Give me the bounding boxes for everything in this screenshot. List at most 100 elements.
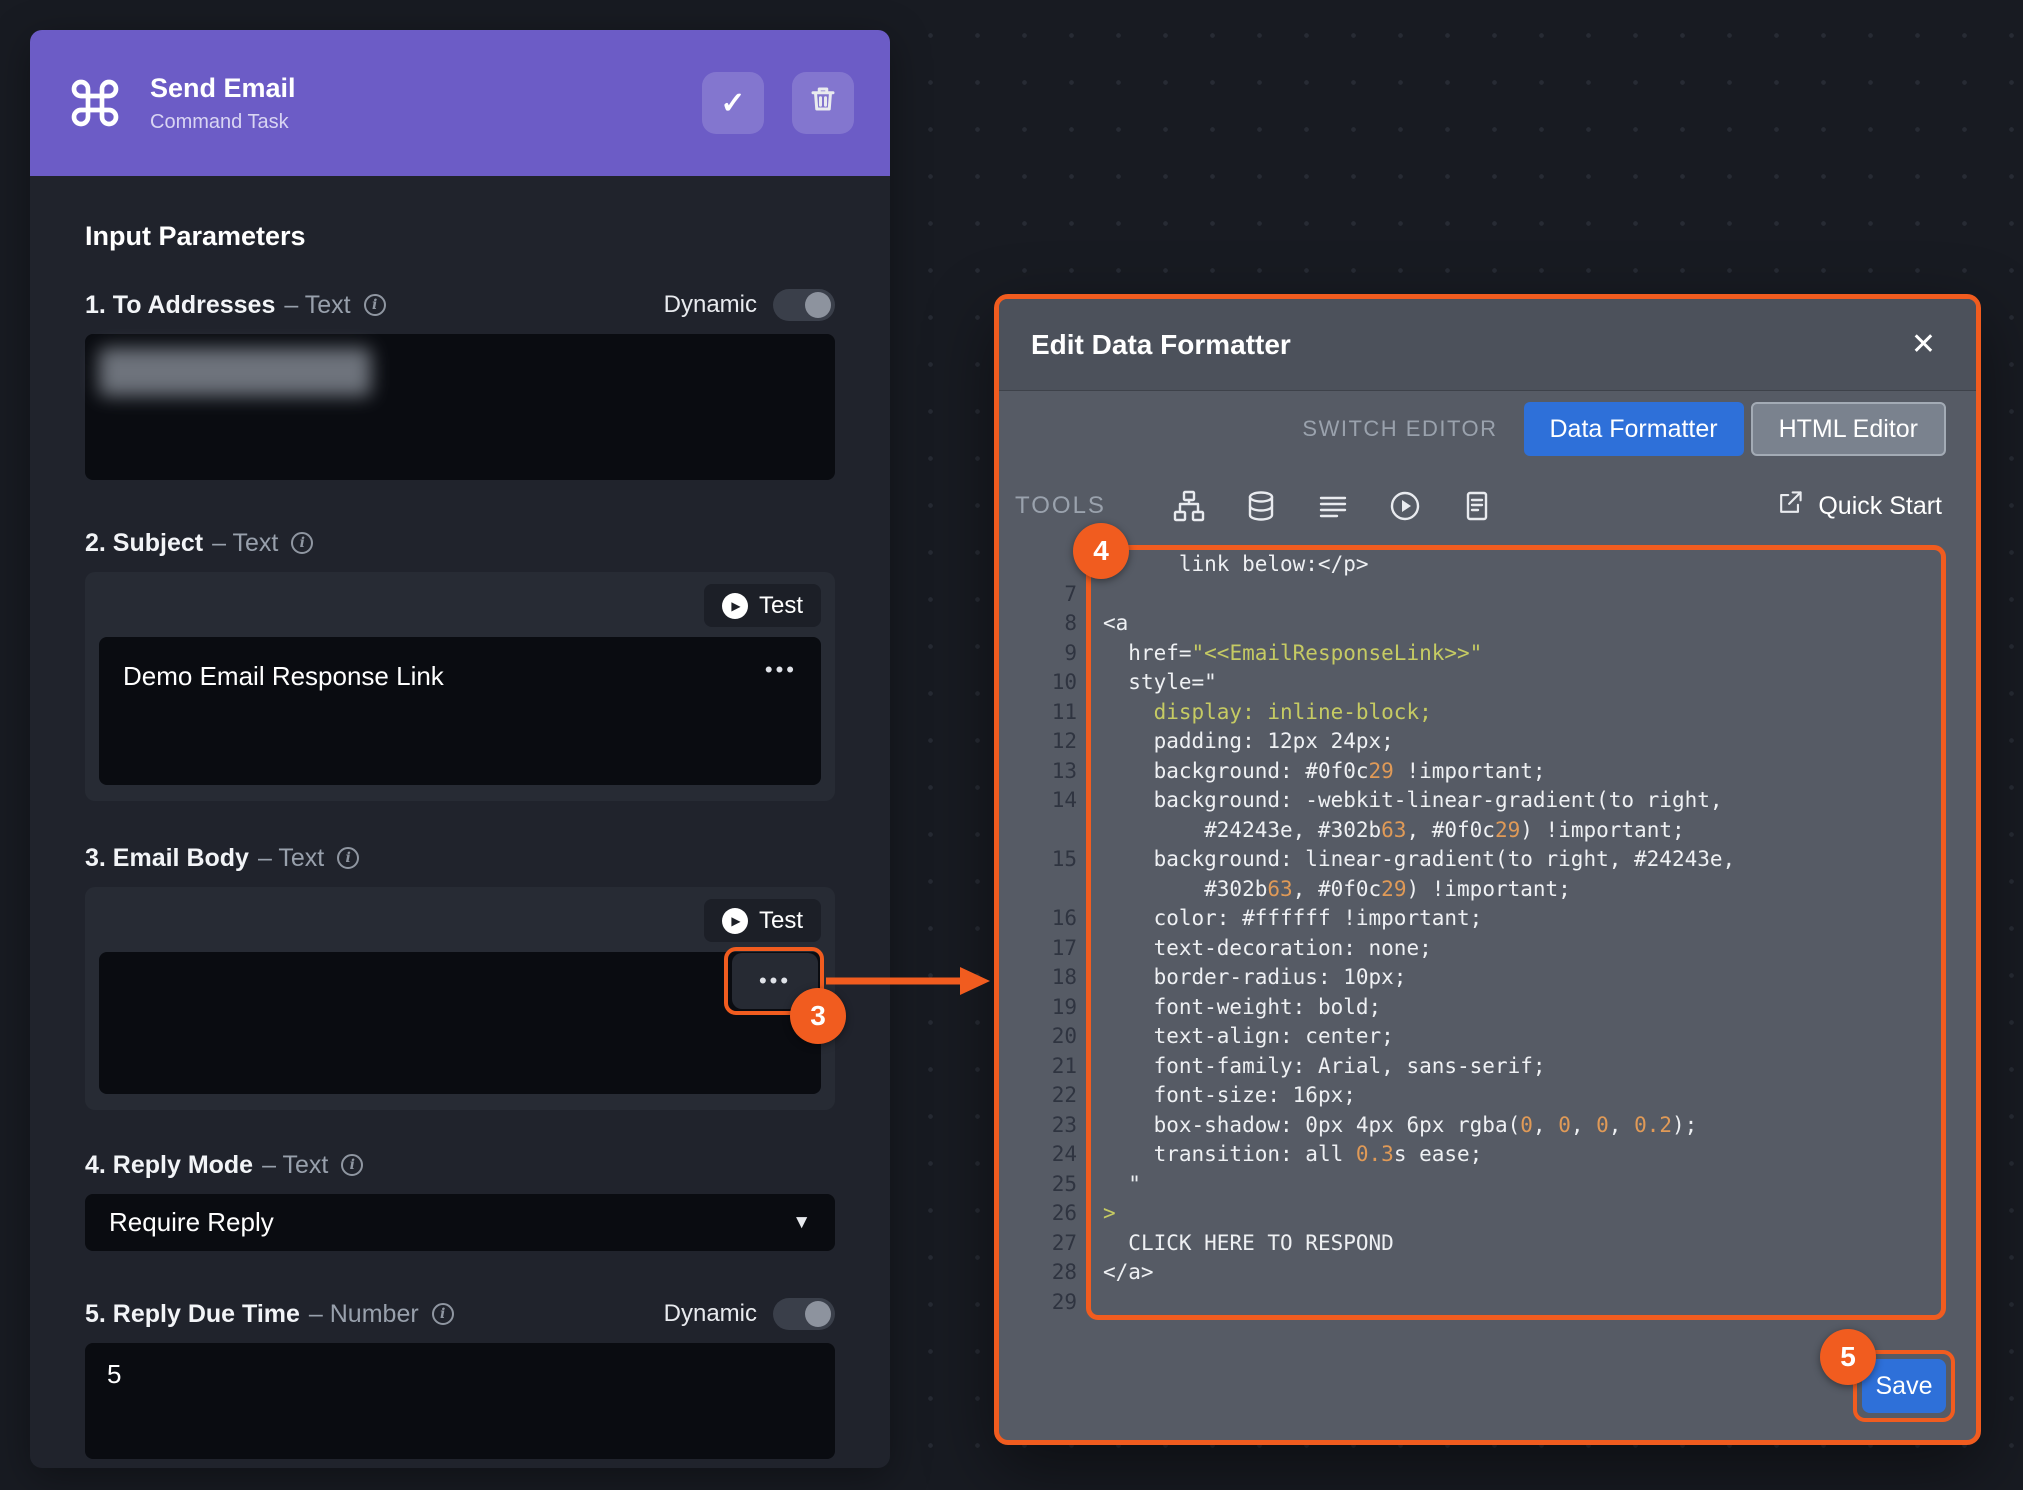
line-code: link below:</p>	[1103, 550, 1824, 580]
trash-icon	[808, 84, 838, 122]
line-number: 15	[999, 845, 1103, 904]
code-line: 18 border-radius: 10px;	[999, 963, 1976, 993]
line-number	[999, 550, 1103, 580]
text-lines-icon[interactable]	[1316, 489, 1350, 523]
redacted-email-value	[99, 348, 371, 396]
info-icon[interactable]: i	[341, 1154, 363, 1176]
line-number: 18	[999, 963, 1103, 993]
confirm-button[interactable]: ✓	[702, 72, 764, 134]
line-code: font-size: 16px;	[1103, 1081, 1824, 1111]
email-body-test-button[interactable]: ▶ Test	[704, 899, 821, 942]
line-code: transition: all 0.3s ease;	[1103, 1140, 1824, 1170]
info-icon[interactable]: i	[432, 1303, 454, 1325]
info-icon[interactable]: i	[337, 847, 359, 869]
tab-data-formatter[interactable]: Data Formatter	[1524, 402, 1744, 456]
line-code: "	[1103, 1170, 1824, 1200]
reply-due-time-value: 5	[107, 1359, 121, 1389]
tab-html-editor[interactable]: HTML Editor	[1751, 402, 1946, 456]
line-code	[1103, 580, 1824, 610]
test-button-label: Test	[759, 907, 803, 935]
line-code: border-radius: 10px;	[1103, 963, 1824, 993]
modal-title: Edit Data Formatter	[1031, 329, 1291, 361]
dynamic-label: Dynamic	[664, 290, 757, 320]
line-code: background: linear-gradient(to right, #2…	[1103, 845, 1824, 904]
line-code: background: -webkit-linear-gradient(to r…	[1103, 786, 1824, 845]
dynamic-label: Dynamic	[664, 1299, 757, 1329]
info-icon[interactable]: i	[364, 294, 386, 316]
to-addresses-input[interactable]	[85, 334, 835, 480]
close-icon[interactable]: ✕	[1911, 330, 1936, 360]
param-email-body-label-row: 3. Email Body – Text i	[85, 843, 835, 873]
email-body-input[interactable]	[99, 952, 821, 1094]
line-number: 26	[999, 1199, 1103, 1229]
document-icon[interactable]	[1460, 489, 1494, 523]
email-body-options-button[interactable]: •••	[732, 953, 818, 1009]
play-circle-icon[interactable]	[1388, 489, 1422, 523]
dynamic-toggle-to-addresses[interactable]	[773, 289, 835, 321]
line-number: 14	[999, 786, 1103, 845]
hierarchy-icon[interactable]	[1172, 489, 1206, 523]
line-code: href="<<EmailResponseLink>>"	[1103, 639, 1824, 669]
line-code: </a>	[1103, 1258, 1824, 1288]
line-number: 11	[999, 698, 1103, 728]
tools-row: TOOLS Quick Start	[999, 467, 1976, 545]
chevron-down-icon: ▼	[792, 1212, 811, 1234]
line-code: padding: 12px 24px;	[1103, 727, 1824, 757]
send-email-task-card: Send Email Command Task ✓ Input Paramete…	[30, 30, 890, 1468]
code-line: 22 font-size: 16px;	[999, 1081, 1976, 1111]
param-reply-mode-name: 4. Reply Mode	[85, 1150, 253, 1180]
code-line: 26>	[999, 1199, 1976, 1229]
line-code: background: #0f0c29 !important;	[1103, 757, 1824, 787]
subject-options-icon[interactable]: •••	[765, 661, 797, 679]
param-subject-label-row: 2. Subject – Text i	[85, 528, 835, 558]
line-code: font-family: Arial, sans-serif;	[1103, 1052, 1824, 1082]
line-number: 22	[999, 1081, 1103, 1111]
info-icon[interactable]: i	[291, 532, 313, 554]
line-number: 7	[999, 580, 1103, 610]
code-line: 24 transition: all 0.3s ease;	[999, 1140, 1976, 1170]
database-icon[interactable]	[1244, 489, 1278, 523]
subject-input[interactable]: Demo Email Response Link •••	[99, 637, 821, 785]
line-number: 9	[999, 639, 1103, 669]
code-line: 15 background: linear-gradient(to right,…	[999, 845, 1976, 904]
edit-data-formatter-modal: Edit Data Formatter ✕ SWITCH EDITOR Data…	[994, 294, 1981, 1445]
quick-start-link[interactable]: Quick Start	[1775, 488, 1942, 525]
toggle-knob	[805, 292, 831, 318]
param-email-body-name: 3. Email Body	[85, 843, 249, 873]
delete-button[interactable]	[792, 72, 854, 134]
play-icon: ▶	[722, 593, 748, 619]
ellipsis-icon: •••	[759, 972, 791, 990]
code-editor[interactable]: link below:</p>78<a9 href="<<EmailRespon…	[999, 545, 1976, 1320]
code-line: 10 style="	[999, 668, 1976, 698]
input-parameters-title: Input Parameters	[85, 220, 835, 252]
line-number: 29	[999, 1288, 1103, 1318]
save-button[interactable]: Save	[1862, 1359, 1946, 1413]
reply-due-time-input[interactable]: 5	[85, 1343, 835, 1459]
code-line: 12 padding: 12px 24px;	[999, 727, 1976, 757]
toggle-knob	[805, 1301, 831, 1327]
param-reply-due-time-label-row: 5. Reply Due Time – Number i Dynamic	[85, 1299, 835, 1329]
line-number: 19	[999, 993, 1103, 1023]
line-code: display: inline-block;	[1103, 698, 1824, 728]
param-reply-mode-type: – Text	[262, 1150, 328, 1180]
line-number: 27	[999, 1229, 1103, 1259]
code-line: 28</a>	[999, 1258, 1976, 1288]
code-line: 13 background: #0f0c29 !important;	[999, 757, 1976, 787]
code-line: 8<a	[999, 609, 1976, 639]
reply-mode-value: Require Reply	[109, 1207, 274, 1238]
reply-mode-dropdown[interactable]: Require Reply ▼	[85, 1194, 835, 1251]
code-line: 21 font-family: Arial, sans-serif;	[999, 1052, 1976, 1082]
code-line: 7	[999, 580, 1976, 610]
test-button-label: Test	[759, 592, 803, 620]
command-icon	[66, 74, 124, 132]
line-code: >	[1103, 1199, 1824, 1229]
modal-header: Edit Data Formatter ✕	[999, 299, 1976, 391]
subject-test-button[interactable]: ▶ Test	[704, 584, 821, 627]
code-line: 11 display: inline-block;	[999, 698, 1976, 728]
param-reply-mode-label-row: 4. Reply Mode – Text i	[85, 1150, 835, 1180]
line-code: box-shadow: 0px 4px 6px rgba(0, 0, 0, 0.…	[1103, 1111, 1824, 1141]
code-line: 25 "	[999, 1170, 1976, 1200]
line-number: 8	[999, 609, 1103, 639]
dynamic-toggle-reply-due-time[interactable]	[773, 1298, 835, 1330]
code-line: link below:</p>	[999, 550, 1976, 580]
